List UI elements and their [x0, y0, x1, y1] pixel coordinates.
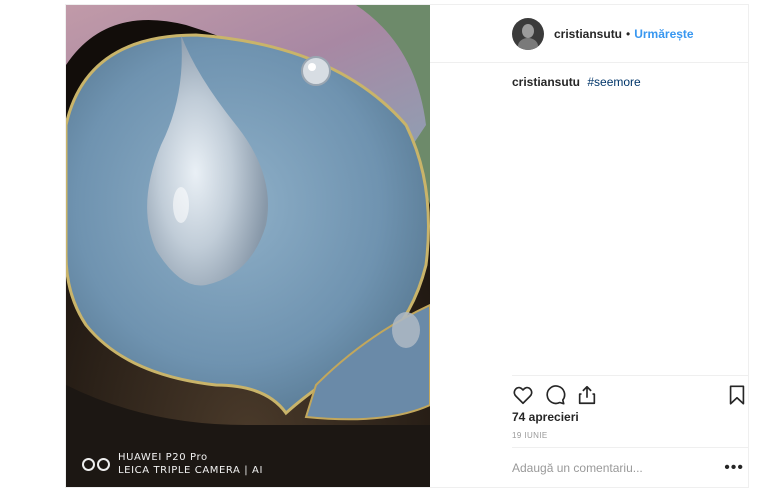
leica-logo-icon [82, 457, 110, 471]
watermark-line1: HUAWEI P20 Pro [118, 452, 208, 463]
likes-count[interactable]: 74 aprecieri [512, 410, 579, 424]
share-icon[interactable] [576, 384, 598, 406]
watermark-line2: LEICA TRIPLE CAMERA | AI [118, 465, 264, 476]
post-header: cristiansutu • Urmărește [430, 5, 748, 63]
camera-watermark: HUAWEI P20 Pro LEICA TRIPLE CAMERA | AI [82, 451, 263, 477]
comment-icon[interactable] [544, 384, 566, 406]
bookmark-icon[interactable] [726, 384, 748, 406]
caption-hashtag[interactable]: #seemore [587, 75, 640, 89]
post-sidebar: cristiansutu • Urmărește cristiansutu #s… [430, 5, 748, 487]
separator-dot: • [626, 26, 631, 41]
post-photo[interactable]: HUAWEI P20 Pro LEICA TRIPLE CAMERA | AI [66, 5, 430, 487]
post-date[interactable]: 19 IUNIE [512, 431, 548, 440]
comment-input[interactable] [512, 461, 702, 475]
comment-bar: ••• [512, 447, 748, 488]
heart-icon[interactable] [512, 384, 534, 406]
watermark-text: HUAWEI P20 Pro LEICA TRIPLE CAMERA | AI [118, 451, 263, 477]
avatar[interactable] [512, 17, 544, 50]
caption: cristiansutu #seemore [512, 75, 641, 89]
succulent-photo [66, 5, 430, 487]
action-bar [512, 375, 748, 414]
author-username[interactable]: cristiansutu [554, 27, 622, 41]
post-card: HUAWEI P20 Pro LEICA TRIPLE CAMERA | AI … [65, 4, 749, 488]
caption-username[interactable]: cristiansutu [512, 75, 580, 89]
follow-button[interactable]: Urmărește [634, 27, 693, 41]
more-options-icon[interactable]: ••• [724, 460, 748, 476]
